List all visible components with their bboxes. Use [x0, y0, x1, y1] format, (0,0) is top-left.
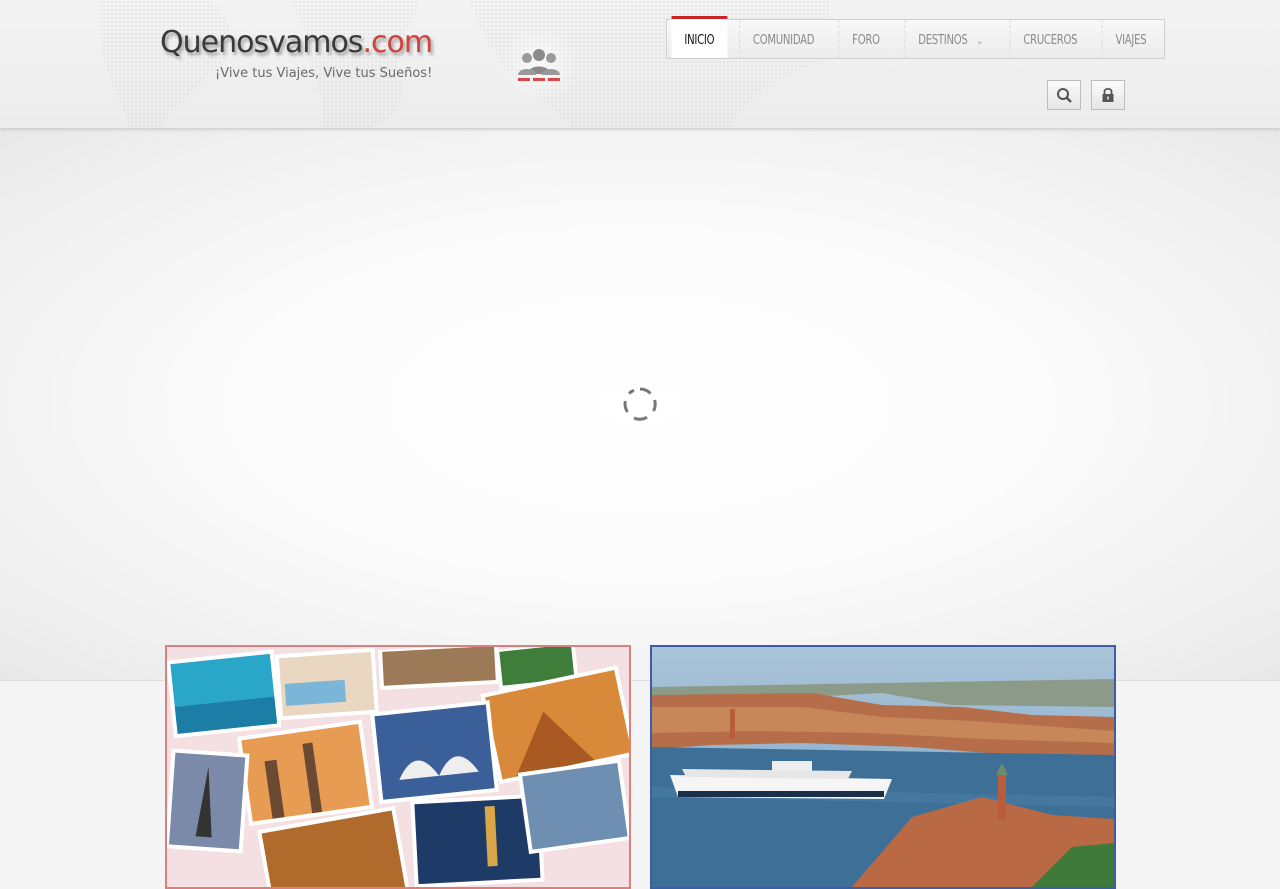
login-button[interactable] — [1091, 80, 1125, 110]
main-navigation: INICIO COMUNIDAD FORO DESTINOS ⌄ CRUCEROS… — [666, 16, 1166, 59]
venice-cruise-aerial — [652, 647, 1114, 887]
nav-item-comunidad[interactable]: COMUNIDAD — [738, 20, 827, 58]
search-button[interactable] — [1047, 80, 1081, 110]
chevron-down-icon: ⌄ — [976, 34, 984, 47]
site-header: Quenosvamos.com ¡Vive tus Viajes, Vive t… — [0, 0, 1280, 129]
search-icon — [1057, 88, 1072, 103]
nav-item-viajes[interactable]: VIAJES — [1101, 20, 1160, 58]
nav-item-cruceros[interactable]: CRUCEROS — [1010, 20, 1091, 58]
feature-card-destinos[interactable] — [165, 645, 631, 889]
nav-item-inicio[interactable]: INICIO — [671, 16, 728, 58]
lock-icon — [1102, 87, 1114, 102]
site-logo[interactable]: Quenosvamos.com ¡Vive tus Viajes, Vive t… — [160, 25, 433, 82]
hero-slider — [0, 129, 1280, 681]
site-tagline: ¡Vive tus Viajes, Vive tus Sueños! — [215, 66, 433, 81]
logo-wordmark: Quenosvamos.com — [160, 25, 433, 60]
nav-item-destinos[interactable]: DESTINOS ⌄ — [904, 20, 995, 58]
nav-item-foro[interactable]: FORO — [838, 20, 892, 58]
loading-spinner-icon — [623, 387, 657, 421]
community-icon[interactable] — [500, 26, 578, 104]
travel-photo-collage — [167, 647, 629, 887]
feature-card-cruceros[interactable] — [650, 645, 1116, 889]
